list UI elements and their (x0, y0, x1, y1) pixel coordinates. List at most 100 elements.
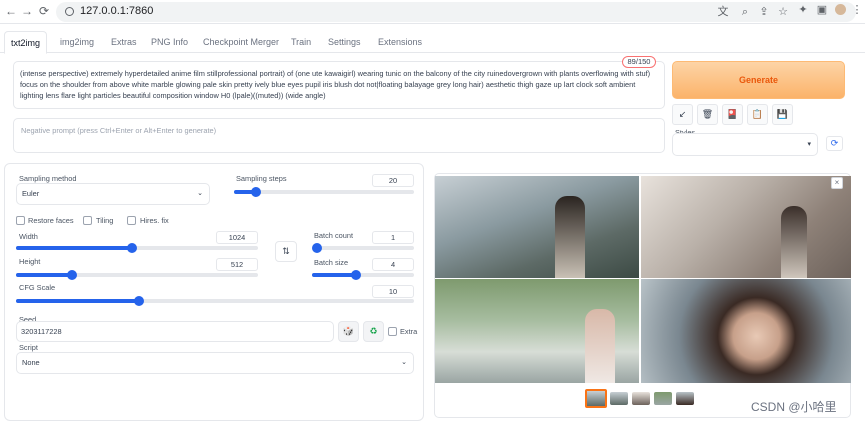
prompt-text: (intense perspective) extremely hyperdet… (20, 69, 651, 100)
width-label: Width (19, 232, 38, 241)
info-icon[interactable] (65, 7, 74, 16)
generated-image-4[interactable] (641, 279, 851, 383)
tab-checkpoint-merger[interactable]: Checkpoint Merger (197, 31, 285, 53)
generated-image-1[interactable] (435, 176, 639, 278)
slider-thumb[interactable] (67, 270, 77, 280)
generate-button[interactable]: Generate (672, 61, 845, 99)
chevron-down-icon: ⌄ (401, 359, 407, 366)
tab-img2img[interactable]: img2img (54, 31, 100, 53)
slider-fill (16, 246, 132, 250)
slider-thumb[interactable] (134, 296, 144, 306)
restore-faces-label: Restore faces (28, 216, 74, 225)
seed-input[interactable]: 3203117228 (16, 321, 334, 342)
script-label: Script (19, 343, 38, 352)
batch-count-slider[interactable] (312, 243, 414, 253)
chevron-down-icon: ⌄ (197, 190, 203, 197)
recycle-icon: ♻ (369, 326, 378, 336)
watermark: CSDN @小哈里 (751, 400, 837, 414)
tab-bar: txt2img img2img Extras PNG Info Checkpoi… (0, 31, 865, 54)
width-slider[interactable] (16, 243, 258, 253)
slider-thumb[interactable] (312, 243, 322, 253)
batch-count-label: Batch count (314, 231, 354, 240)
cfg-scale-slider[interactable] (16, 296, 414, 306)
url-text: 127.0.0.1:7860 (80, 5, 154, 17)
hires-fix-label: Hires. fix (140, 216, 169, 225)
script-select[interactable]: None ⌄ (16, 352, 414, 374)
width-input[interactable]: 1024 (216, 231, 258, 244)
extensions-icon[interactable]: ✦ (796, 4, 810, 16)
tab-settings[interactable]: Settings (322, 31, 367, 53)
negative-prompt-textarea[interactable] (13, 118, 665, 153)
hires-fix-checkbox[interactable] (127, 216, 136, 225)
zoom-icon[interactable]: ⌕ (738, 6, 752, 18)
star-icon[interactable]: ☆ (776, 6, 790, 18)
tab-extensions[interactable]: Extensions (372, 31, 428, 53)
figure-shape (585, 309, 615, 383)
restore-faces-checkbox[interactable] (16, 216, 25, 225)
save-style-icon[interactable]: 💾 (772, 104, 793, 125)
batch-size-label: Batch size (314, 258, 349, 267)
dice-icon: 🎲 (342, 326, 355, 336)
sampling-steps-input[interactable]: 20 (372, 174, 414, 187)
slider-fill (312, 273, 356, 277)
forward-icon[interactable]: → (20, 3, 34, 19)
slider-thumb[interactable] (127, 243, 137, 253)
refresh-styles-button[interactable]: ⟳ (826, 136, 843, 151)
cfg-scale-label: CFG Scale (19, 283, 56, 292)
trash-icon[interactable]: 🗑 (697, 104, 718, 125)
batch-count-input[interactable]: 1 (372, 231, 414, 244)
tiling-label: Tiling (96, 216, 114, 225)
sampling-method-select[interactable]: Euler ⌄ (16, 183, 210, 205)
gallery-thumbnail-4[interactable] (654, 392, 672, 405)
height-input[interactable]: 512 (216, 258, 258, 271)
sampling-method-value: Euler (22, 189, 40, 198)
close-icon[interactable]: × (831, 177, 843, 189)
menu-icon[interactable]: ⋮ (850, 4, 864, 16)
figure-shape (555, 196, 585, 278)
swap-dimensions-button[interactable]: ⇅ (275, 241, 297, 262)
slider-thumb[interactable] (351, 270, 361, 280)
slider-fill (16, 273, 72, 277)
clipboard-icon[interactable]: 📋 (747, 104, 768, 125)
tab-extras[interactable]: Extras (105, 31, 143, 53)
gallery-thumbnail-1[interactable] (585, 389, 607, 408)
script-value: None (22, 358, 40, 367)
back-icon[interactable]: ← (4, 3, 18, 19)
extra-networks-icon[interactable]: 🎴 (722, 104, 743, 125)
translate-icon[interactable]: 文 (716, 6, 730, 18)
generated-image-2[interactable] (641, 176, 851, 278)
sampling-method-label: Sampling method (19, 174, 77, 183)
chevron-down-icon: ▾ (807, 141, 811, 148)
gallery-thumbnail-3[interactable] (632, 392, 650, 405)
browser-toolbar: ← → ⟳ 127.0.0.1:7860 文 ⌕ ⇪ ☆ ✦ ▣ ⋮ (0, 0, 865, 24)
generated-image-3[interactable] (435, 279, 639, 383)
tiling-checkbox[interactable] (83, 216, 92, 225)
tab-txt2img[interactable]: txt2img (4, 31, 48, 54)
styles-dropdown[interactable]: ▾ (672, 133, 818, 156)
cfg-scale-input[interactable]: 10 (372, 285, 414, 298)
sampling-steps-label: Sampling steps (236, 174, 287, 183)
batch-size-slider[interactable] (312, 270, 414, 280)
height-slider[interactable] (16, 270, 258, 280)
gallery-thumbnail-5[interactable] (676, 392, 694, 405)
token-counter: 89/150 (622, 56, 656, 68)
tab-train[interactable]: Train (285, 31, 317, 53)
batch-size-input[interactable]: 4 (372, 258, 414, 271)
gallery-thumbnail-2[interactable] (610, 392, 628, 405)
sidebar-icon[interactable]: ▣ (815, 4, 829, 16)
slider-fill (16, 299, 139, 303)
reload-icon[interactable]: ⟳ (37, 3, 51, 19)
height-label: Height (19, 257, 41, 266)
share-icon[interactable]: ⇪ (757, 6, 771, 18)
sampling-steps-slider[interactable] (234, 187, 414, 197)
extra-seed-label: Extra (400, 327, 418, 336)
slider-thumb[interactable] (251, 187, 261, 197)
extra-seed-checkbox[interactable] (388, 327, 397, 336)
random-seed-button[interactable]: 🎲 (338, 321, 359, 342)
profile-icon[interactable] (835, 4, 846, 15)
tab-png-info[interactable]: PNG Info (145, 31, 194, 53)
figure-shape (781, 206, 807, 278)
reuse-seed-button[interactable]: ♻ (363, 321, 384, 342)
read-params-button[interactable]: ↙ (672, 104, 693, 125)
address-bar[interactable]: 127.0.0.1:7860 文 ⌕ ⇪ ☆ (56, 2, 856, 22)
